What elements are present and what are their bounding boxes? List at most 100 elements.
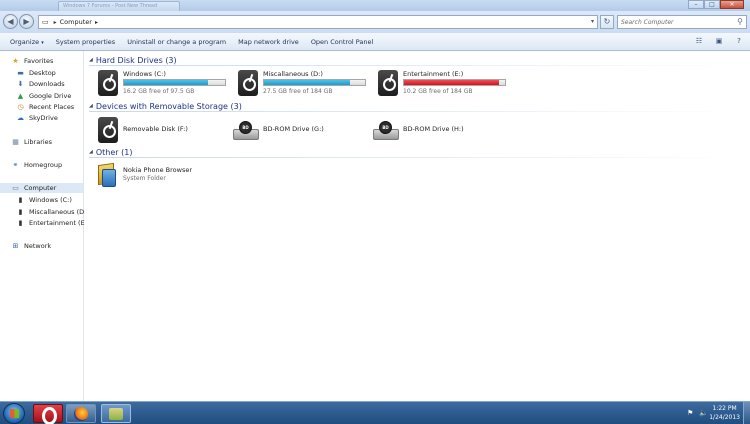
minimize-button[interactable]: – [688,0,704,9]
preview-pane-icon[interactable]: ▣ [712,36,726,47]
group-header-other[interactable]: ◢ Other (1) [89,147,739,158]
group-divider [89,111,739,112]
volume-icon[interactable]: 🔈 [699,409,708,417]
hard-drive-icon [98,70,118,96]
taskbar: ⚑ 🔈 1:22 PM 1/24/2013 [0,401,750,424]
hard-drive-icon [378,70,398,96]
item-name: Nokia Phone Browser [123,166,192,174]
drive-free-space: 27.5 GB free of 184 GB [263,88,333,95]
browser-tab-title[interactable]: Windows 7 Forums - Post New Thread [58,1,180,11]
capacity-bar [403,79,506,86]
recent-places-icon: ◷ [17,103,24,111]
back-button[interactable]: ◀ [3,14,18,29]
uninstall-program-button[interactable]: Uninstall or change a program [127,38,226,46]
capacity-bar [123,79,226,86]
nav-drive-d[interactable]: ▮ Miscallaneous (D:) [16,207,89,217]
taskbar-firefox[interactable] [66,404,96,423]
drive-name: Removable Disk (F:) [123,125,188,133]
drive-name: BD-ROM Drive (H:) [403,125,464,133]
clock-date: 1/24/2013 [709,414,740,421]
hard-drive-icon: ▮ [18,219,23,227]
bd-rom-drive-g[interactable]: BD BD-ROM Drive (G:) [233,117,353,143]
taskbar-opera-icon[interactable] [33,404,63,424]
nav-label: Recent Places [29,103,75,111]
nav-drive-c[interactable]: ▮ Windows (C:) [16,195,72,205]
organize-button[interactable]: Organize ▾ [10,38,44,46]
help-icon[interactable]: ? [732,36,746,47]
cloud-icon: ☁ [17,114,24,122]
drive-free-space: 16.2 GB free of 97.5 GB [123,88,195,95]
drive-name: Windows (C:) [123,70,166,78]
collapse-icon[interactable]: ◢ [89,103,93,109]
network-icon: ⊞ [12,242,19,250]
maximize-button[interactable]: □ [704,0,720,9]
bd-rom-icon: BD [233,121,259,141]
change-view-icon[interactable]: ☷ [692,36,706,47]
refresh-button[interactable]: ↻ [600,15,614,29]
view-controls: ☷ ▣ ? [692,36,746,47]
nav-label: Network [24,242,52,250]
open-control-panel-button[interactable]: Open Control Panel [311,38,374,46]
search-input[interactable] [618,16,728,28]
capacity-bar [263,79,366,86]
navigation-pane: ★ Favorites ▬ Desktop ⬇ Downloads ▲ Google D… [0,51,89,401]
group-header-removable-storage[interactable]: ◢ Devices with Removable Storage (3) [89,101,739,112]
search-box[interactable]: ⚲ [617,15,747,29]
action-center-flag-icon[interactable]: ⚑ [687,409,693,417]
show-desktop-button[interactable] [743,402,750,424]
explorer-icon [109,408,123,420]
nav-label: Desktop [29,69,56,77]
breadcrumb-computer[interactable]: Computer [60,18,92,26]
nav-label: Computer [24,184,57,192]
navigation-row: ◀ ▶ ▭ ▸ Computer ▸ ▾ ↻ ⚲ [0,11,750,33]
clock[interactable]: 1:22 PM 1/24/2013 [709,404,740,422]
nav-google-drive[interactable]: ▲ Google Drive [16,91,72,101]
address-dropdown-icon[interactable]: ▾ [591,18,594,25]
forward-button[interactable]: ▶ [19,14,34,29]
firefox-icon [74,407,88,421]
system-properties-button[interactable]: System properties [56,38,115,46]
nav-drive-e[interactable]: ▮ Entertainment (E:) [16,218,90,228]
nav-recent-places[interactable]: ◷ Recent Places [16,102,74,112]
nav-downloads[interactable]: ⬇ Downloads [16,79,65,89]
breadcrumb-separator-icon[interactable]: ▸ [54,19,57,26]
collapse-icon[interactable]: ◢ [89,57,93,63]
clock-time: 1:22 PM [712,405,737,412]
window-controls: – □ ✕ [688,0,744,9]
hard-drive-tile[interactable]: Windows (C:) 16.2 GB free of 97.5 GB [98,70,230,100]
nav-label: Homegroup [24,161,63,169]
nav-desktop[interactable]: ▬ Desktop [16,68,56,78]
nav-label: Favorites [24,57,54,65]
group-title: Hard Disk Drives (3) [95,55,177,65]
group-header-hard-disk-drives[interactable]: ◢ Hard Disk Drives (3) [89,55,739,66]
nokia-phone-browser[interactable]: Nokia Phone Browser System Folder [96,162,226,190]
star-icon: ★ [12,57,19,65]
bd-rom-drive-h[interactable]: BD BD-ROM Drive (H:) [373,117,493,143]
nav-network[interactable]: ⊞ Network [11,241,52,251]
address-bar[interactable]: ▭ ▸ Computer ▸ ▾ [38,15,598,29]
start-button[interactable] [3,403,25,424]
search-icon[interactable]: ⚲ [737,17,743,26]
drive-name: Entertainment (E:) [403,70,464,78]
map-network-drive-button[interactable]: Map network drive [238,38,299,46]
taskbar-explorer[interactable] [101,404,131,423]
nav-label: Downloads [29,80,65,88]
content-pane: ◢ Hard Disk Drives (3) Windows (C:) 16.2 G… [85,51,750,401]
breadcrumb-separator-icon[interactable]: ▸ [95,19,98,26]
nav-computer[interactable]: ▭ Computer [0,183,83,193]
homegroup-icon: ⚭ [12,161,19,169]
nav-libraries[interactable]: ▦ Libraries [11,137,52,147]
nav-skydrive[interactable]: ☁ SkyDrive [16,113,58,123]
collapse-icon[interactable]: ◢ [89,149,93,155]
nav-favorites[interactable]: ★ Favorites [11,56,53,66]
bd-disc: BD [239,121,252,134]
nav-homegroup[interactable]: ⚭ Homegroup [11,160,63,170]
hard-drive-tile[interactable]: Miscallaneous (D:) 27.5 GB free of 184 GB [238,70,370,100]
capacity-fill [404,80,499,85]
computer-icon: ▭ [42,18,49,26]
desktop-icon: ▬ [17,69,24,77]
close-button[interactable]: ✕ [720,0,744,9]
removable-disk-f[interactable]: Removable Disk (F:) [98,117,218,143]
drive-name: Miscallaneous (D:) [263,70,323,78]
hard-drive-tile[interactable]: Entertainment (E:) 10.2 GB free of 184 GB [378,70,510,100]
